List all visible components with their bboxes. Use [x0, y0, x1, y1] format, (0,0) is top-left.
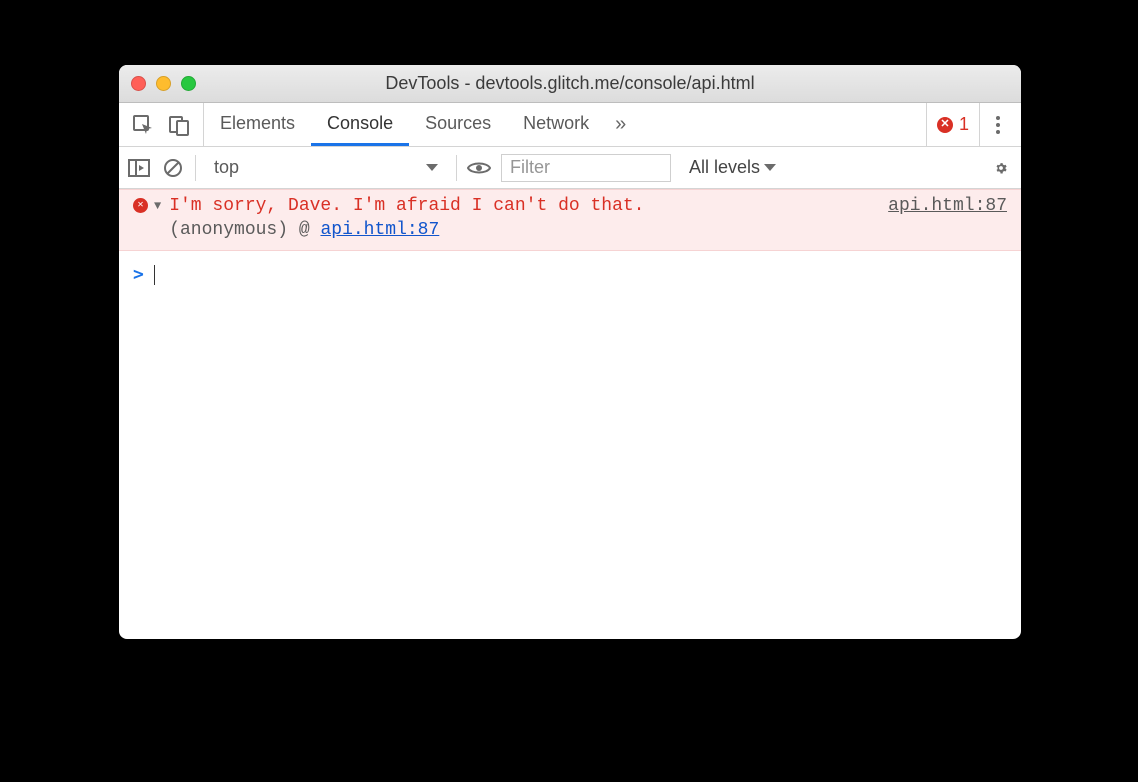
console-error-row: ✕ ▼ I'm sorry, Dave. I'm afraid I can't … — [119, 189, 1021, 251]
error-line: I'm sorry, Dave. I'm afraid I can't do t… — [169, 196, 1007, 216]
prompt-caret-icon: > — [133, 264, 144, 285]
tab-network[interactable]: Network — [507, 103, 605, 146]
error-content: I'm sorry, Dave. I'm afraid I can't do t… — [169, 196, 1007, 240]
window-maximize-button[interactable] — [181, 76, 196, 91]
text-cursor — [154, 265, 155, 285]
inspect-element-icon[interactable] — [131, 113, 155, 137]
error-message: I'm sorry, Dave. I'm afraid I can't do t… — [169, 196, 644, 216]
devtools-tabs-row: Elements Console Sources Network » ✕ 1 — [119, 103, 1021, 147]
window-title: DevTools - devtools.glitch.me/console/ap… — [119, 73, 1021, 94]
console-settings-icon[interactable] — [989, 156, 1013, 180]
log-levels-label: All levels — [689, 157, 760, 178]
kebab-icon — [995, 114, 1001, 136]
console-input[interactable] — [165, 263, 1007, 286]
filter-input[interactable] — [501, 154, 671, 182]
devtools-menu-button[interactable] — [979, 103, 1015, 146]
devtools-tabs: Elements Console Sources Network — [204, 103, 605, 146]
error-icon: ✕ — [937, 117, 953, 133]
window-minimize-button[interactable] — [156, 76, 171, 91]
execution-context-value: top — [214, 157, 239, 178]
devtools-window: DevTools - devtools.glitch.me/console/ap… — [119, 65, 1021, 639]
tab-label: Network — [523, 113, 589, 134]
tab-label: Console — [327, 113, 393, 134]
tab-console[interactable]: Console — [311, 103, 409, 146]
console-prompt-row[interactable]: > — [119, 251, 1021, 298]
execution-context-select[interactable]: top — [206, 157, 446, 178]
live-expression-icon[interactable] — [467, 156, 491, 180]
toggle-console-sidebar-icon[interactable] — [127, 156, 151, 180]
console-toolbar: top All levels — [119, 147, 1021, 189]
tabs-spacer — [636, 103, 926, 146]
error-icon: ✕ — [133, 198, 148, 213]
error-source-link[interactable]: api.html:87 — [888, 196, 1007, 216]
chevron-down-icon — [764, 164, 776, 171]
device-toolbar-icon[interactable] — [167, 113, 191, 137]
trace-frame-label: (anonymous) — [169, 220, 288, 240]
chevron-down-icon — [426, 164, 438, 171]
more-tabs-button[interactable]: » — [605, 103, 636, 146]
trace-at: @ — [299, 220, 310, 240]
error-count-badge[interactable]: ✕ 1 — [926, 103, 979, 146]
toolbar-divider — [456, 155, 457, 181]
inspect-icon-group — [125, 103, 204, 146]
tab-label: Sources — [425, 113, 491, 134]
error-gutter: ✕ ▼ — [133, 196, 161, 213]
toolbar-divider — [195, 155, 196, 181]
tab-label: Elements — [220, 113, 295, 134]
tab-sources[interactable]: Sources — [409, 103, 507, 146]
traffic-lights — [131, 76, 196, 91]
error-count-value: 1 — [959, 114, 969, 135]
tab-elements[interactable]: Elements — [204, 103, 311, 146]
window-titlebar: DevTools - devtools.glitch.me/console/ap… — [119, 65, 1021, 103]
console-output: ✕ ▼ I'm sorry, Dave. I'm afraid I can't … — [119, 189, 1021, 639]
log-levels-select[interactable]: All levels — [681, 157, 784, 178]
clear-console-icon[interactable] — [161, 156, 185, 180]
trace-source-link[interactable]: api.html:87 — [320, 220, 439, 240]
stack-trace: (anonymous) @ api.html:87 — [169, 220, 1007, 240]
disclosure-triangle-icon[interactable]: ▼ — [154, 199, 161, 213]
chevron-double-right-icon: » — [615, 113, 626, 136]
window-close-button[interactable] — [131, 76, 146, 91]
